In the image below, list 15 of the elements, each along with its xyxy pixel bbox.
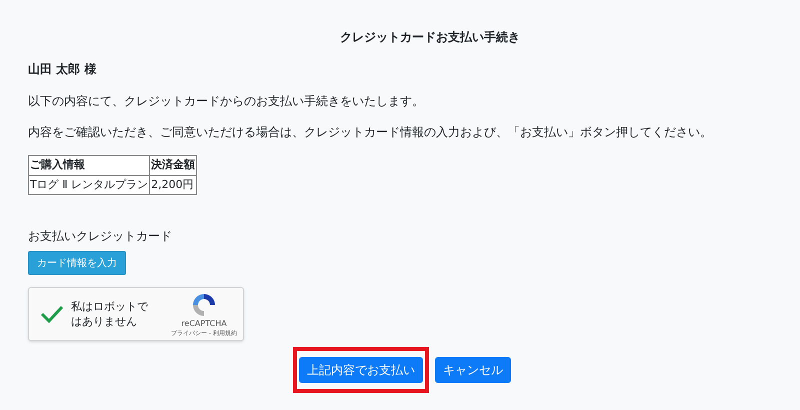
action-button[interactable]: キャンセル — [435, 357, 511, 383]
table-cell: 2,200円 — [150, 175, 197, 194]
captcha-brand: reCAPTCHA — [181, 318, 227, 328]
action-button[interactable]: 上記内容でお支払い — [299, 357, 423, 383]
page-title: クレジットカードお支払い手続き — [339, 29, 521, 46]
table-cell: Tログ Ⅱ レンタルプラン — [28, 175, 150, 194]
instruction-text: 内容をご確認いただき、ご同意いただける場合は、クレジットカード情報の入力および、「お支払い」ボタン押してください。 — [28, 124, 713, 141]
table-header: ご購入情報 — [28, 156, 150, 175]
card-input-button[interactable]: カード情報を入力 — [28, 251, 126, 275]
checkmark-icon — [40, 305, 64, 323]
table-header: 決済金額 — [150, 156, 197, 175]
instruction-text: 以下の内容にて、クレジットカードからのお支払い手続きをいたします。 — [28, 93, 425, 110]
customer-name: 山田 太郎 様 — [28, 61, 98, 78]
section-label: お支払いクレジットカード — [28, 228, 173, 245]
captcha-label: 私はロボットではありません — [71, 299, 150, 329]
